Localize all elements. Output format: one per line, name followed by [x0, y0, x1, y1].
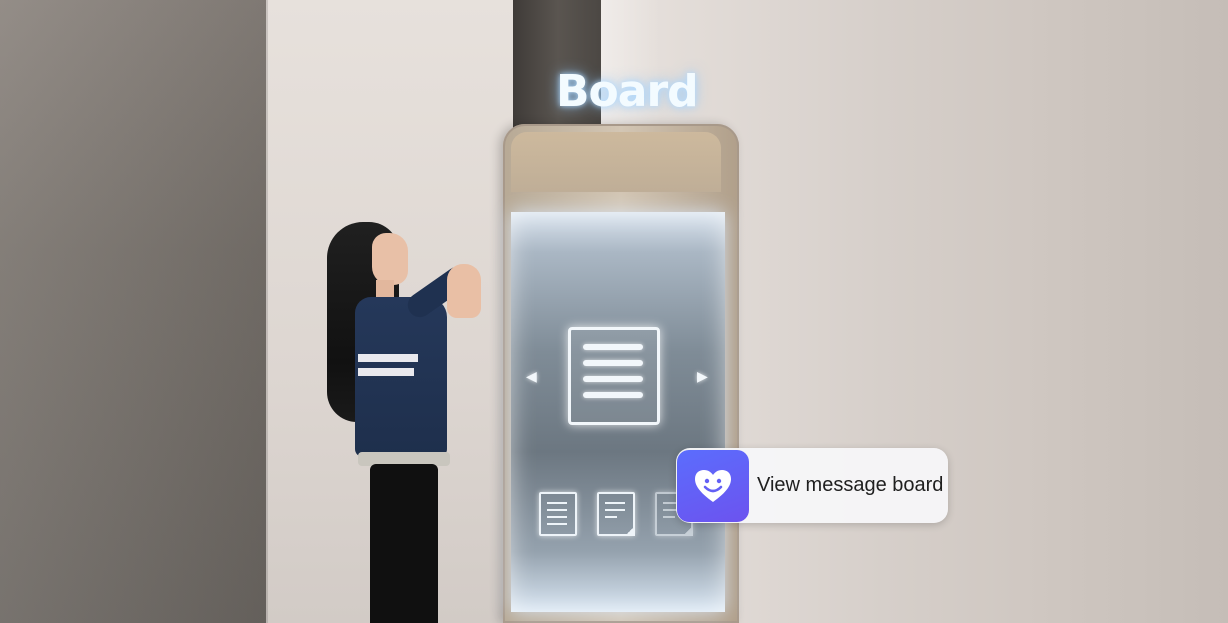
- document-icon-large: [568, 327, 660, 425]
- arrow-left-icon[interactable]: ◀: [526, 369, 537, 385]
- kiosk-screen[interactable]: ◀ ▶: [511, 212, 725, 612]
- character-legs: [370, 464, 438, 623]
- document-icon-small: [539, 492, 577, 536]
- character-face: [372, 233, 408, 285]
- arrow-right-icon[interactable]: ▶: [697, 369, 708, 385]
- message-board-kiosk[interactable]: ◀ ▶: [503, 124, 739, 623]
- kiosk-header-panel: [511, 132, 721, 192]
- board-sign-title: Board: [556, 66, 699, 117]
- game-scene: Board ◀ ▶ View message board: [0, 0, 1228, 623]
- background-wall-left: [0, 0, 268, 623]
- prompt-label: View message board: [757, 474, 944, 496]
- character-sweater: [355, 297, 447, 457]
- sweater-stripe: [358, 368, 414, 376]
- view-message-board-button[interactable]: View message board: [676, 448, 948, 523]
- character-hand: [447, 264, 481, 318]
- smiley-heart-icon: [677, 449, 749, 522]
- note-icon-small: [597, 492, 635, 536]
- sweater-stripe: [358, 354, 418, 362]
